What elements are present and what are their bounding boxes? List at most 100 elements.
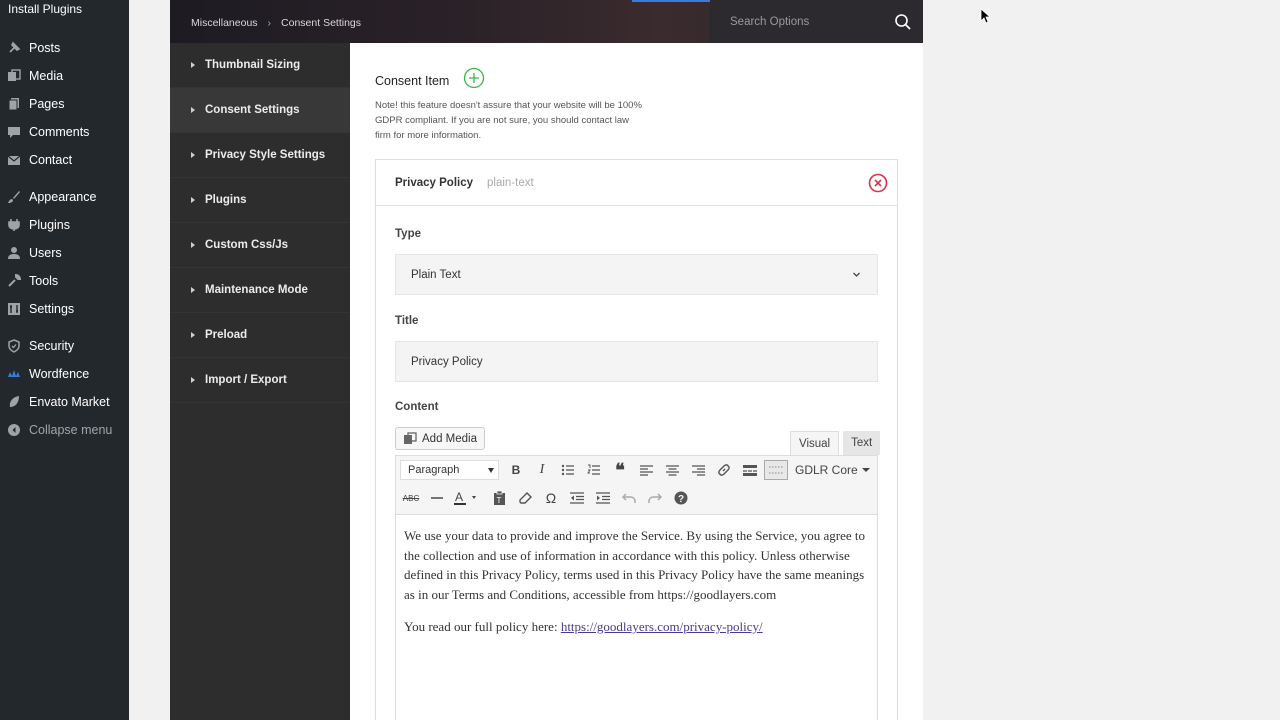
- nav-item-maintenance-mode[interactable]: Maintenance Mode: [170, 268, 350, 313]
- content-editor[interactable]: We use your data to provide and improve …: [395, 514, 878, 720]
- wp-menu-item-settings[interactable]: Settings: [0, 295, 129, 323]
- format-select-value: Paragraph: [408, 464, 460, 476]
- horizontal-line-icon[interactable]: [424, 485, 450, 511]
- text-color-icon[interactable]: A: [450, 485, 486, 511]
- wp-menu-item-users[interactable]: Users: [0, 239, 129, 267]
- nav-item-preload[interactable]: Preload: [170, 313, 350, 358]
- italic-icon[interactable]: I: [529, 457, 555, 483]
- consent-item-type-tag: plain-text: [487, 176, 534, 189]
- search-icon[interactable]: [894, 13, 912, 31]
- user-icon: [6, 245, 22, 261]
- toolbar-row-1: Paragraph B I ❝ GDLR Core: [396, 456, 870, 484]
- wp-menu-label: Tools: [29, 274, 59, 288]
- align-right-icon[interactable]: [685, 457, 711, 483]
- strikethrough-icon[interactable]: ABC: [398, 485, 424, 511]
- redo-icon[interactable]: [642, 485, 668, 511]
- pages-icon: [6, 96, 22, 112]
- wp-menu-item-plugins[interactable]: Plugins: [0, 211, 129, 239]
- paste-text-icon[interactable]: T: [486, 485, 512, 511]
- nav-item-plugins[interactable]: Plugins: [170, 178, 350, 223]
- type-select[interactable]: Plain Text: [395, 254, 878, 295]
- link-icon[interactable]: [711, 457, 737, 483]
- wp-menu-item-media[interactable]: Media: [0, 62, 129, 90]
- caret-right-icon: [191, 377, 195, 383]
- wp-menu-label: Settings: [29, 302, 75, 316]
- search-options-input[interactable]: [730, 12, 880, 32]
- wp-menu-collapse[interactable]: Collapse menu: [0, 416, 129, 444]
- bullet-list-icon[interactable]: [555, 457, 581, 483]
- consent-item-title: Privacy Policy: [395, 176, 473, 189]
- svg-text:T: T: [496, 496, 501, 505]
- remove-item-button[interactable]: [868, 173, 888, 193]
- wp-menu-item-envato-market[interactable]: Envato Market: [0, 388, 129, 416]
- clear-formatting-icon[interactable]: [512, 485, 538, 511]
- consent-item-header: Consent Item: [375, 67, 485, 94]
- consent-item-head[interactable]: Privacy Policy plain-text: [376, 160, 897, 206]
- options-content: Consent Item Note! this feature doesn't …: [350, 43, 923, 720]
- nav-item-custom-css-js[interactable]: Custom Css/Js: [170, 223, 350, 268]
- editor-paragraph: We use your data to provide and improve …: [404, 528, 866, 602]
- tab-visual[interactable]: Visual: [790, 431, 840, 455]
- svg-text:A: A: [455, 490, 463, 504]
- consent-item-panel: Privacy Policy plain-text Type Plain Tex…: [375, 159, 898, 720]
- wp-menu-label: Media: [29, 69, 64, 83]
- help-icon[interactable]: ?: [668, 485, 694, 511]
- breadcrumb-separator: ›: [267, 17, 272, 29]
- privacy-policy-link[interactable]: https://goodlayers.com/privacy-policy/: [561, 619, 763, 634]
- blockquote-icon[interactable]: ❝: [607, 457, 633, 483]
- format-select[interactable]: Paragraph: [400, 460, 499, 480]
- pin-icon: [6, 40, 22, 56]
- add-consent-item-button[interactable]: [463, 67, 485, 94]
- plugin-icon: [6, 217, 22, 233]
- indent-icon[interactable]: [590, 485, 616, 511]
- title-label: Title: [395, 315, 419, 327]
- nav-item-consent-settings[interactable]: Consent Settings: [170, 88, 350, 133]
- wp-menu-item-comments[interactable]: Comments: [0, 118, 129, 146]
- wp-menu-item-posts[interactable]: Posts: [0, 34, 129, 62]
- nav-item-import-export[interactable]: Import / Export: [170, 358, 350, 403]
- wp-menu-item-security[interactable]: Security: [0, 332, 129, 360]
- title-input[interactable]: Privacy Policy: [395, 341, 878, 382]
- wp-menu-item-tools[interactable]: Tools: [0, 267, 129, 295]
- type-select-value: Plain Text: [411, 268, 461, 281]
- comment-icon: [6, 124, 22, 140]
- nav-item-label: Custom Css/Js: [205, 239, 289, 251]
- toolbar-toggle-icon[interactable]: [764, 460, 788, 480]
- options-nav: Thumbnail Sizing Consent Settings Privac…: [170, 43, 350, 720]
- shield-icon: [6, 338, 22, 354]
- breadcrumb-item: Consent Settings: [281, 17, 362, 29]
- tab-text[interactable]: Text: [843, 431, 881, 455]
- mouse-cursor-icon: [980, 8, 990, 24]
- caret-right-icon: [191, 152, 195, 158]
- breadcrumb-item[interactable]: Miscellaneous: [191, 17, 258, 29]
- align-left-icon[interactable]: [633, 457, 659, 483]
- wp-menu-label: Collapse menu: [29, 423, 113, 437]
- wp-menu-label: Posts: [29, 41, 61, 55]
- wp-menu-item-install-plugins[interactable]: Install Plugins: [8, 2, 82, 16]
- wp-menu-item-appearance[interactable]: Appearance: [0, 183, 129, 211]
- align-center-icon[interactable]: [659, 457, 685, 483]
- outdent-icon[interactable]: [564, 485, 590, 511]
- undo-icon[interactable]: [616, 485, 642, 511]
- wp-menu-item-wordfence[interactable]: Wordfence: [0, 360, 129, 388]
- gdlr-core-dropdown[interactable]: GDLR Core: [795, 463, 870, 477]
- type-label: Type: [395, 228, 421, 240]
- add-media-label: Add Media: [422, 432, 477, 445]
- admin-background: [129, 0, 170, 720]
- wp-menu-label: Contact: [29, 153, 73, 167]
- gdlr-core-label: GDLR Core: [795, 463, 858, 477]
- breadcrumb: Miscellaneous › Consent Settings: [191, 17, 361, 29]
- special-character-icon[interactable]: Ω: [538, 485, 564, 511]
- nav-item-thumbnail-sizing[interactable]: Thumbnail Sizing: [170, 43, 350, 88]
- nav-item-privacy-style-settings[interactable]: Privacy Style Settings: [170, 133, 350, 178]
- search-options-box: [710, 0, 923, 43]
- add-media-button[interactable]: Add Media: [395, 427, 485, 450]
- wp-menu-item-pages[interactable]: Pages: [0, 90, 129, 118]
- numbered-list-icon[interactable]: [581, 457, 607, 483]
- wp-admin-sidebar: Install Plugins Posts Media Pages Commen…: [0, 0, 129, 720]
- caret-right-icon: [191, 62, 195, 68]
- read-more-icon[interactable]: [737, 457, 763, 483]
- wp-menu-item-contact[interactable]: Contact: [0, 146, 129, 174]
- nav-item-label: Consent Settings: [205, 104, 300, 116]
- bold-icon[interactable]: B: [503, 457, 529, 483]
